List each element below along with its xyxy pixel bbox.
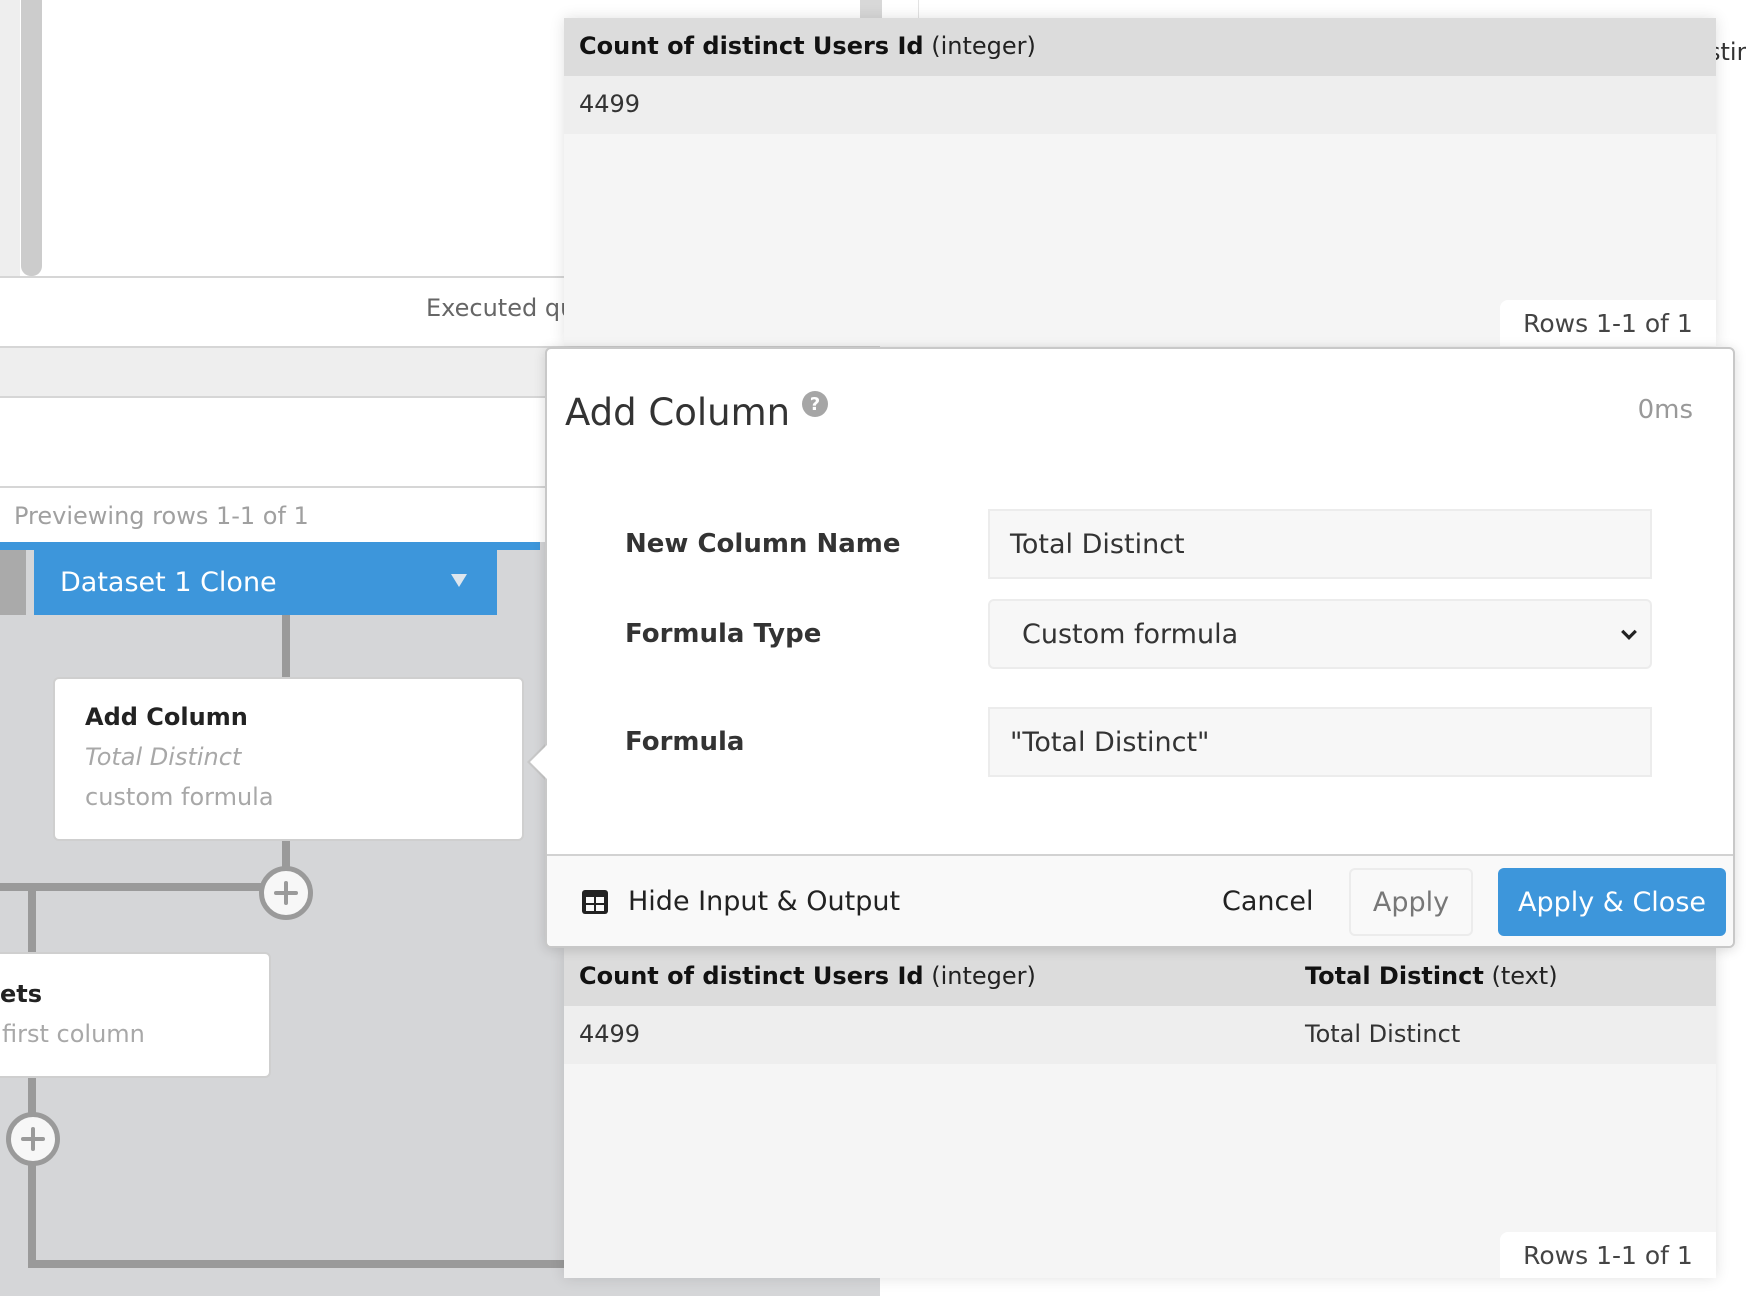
help-icon[interactable]: ?: [802, 391, 828, 417]
table-row: 4499 Total Distinct: [564, 1006, 1716, 1064]
step-card[interactable]: ets first column: [0, 952, 271, 1078]
dataset-tab[interactable]: Dataset 1 Clone: [34, 550, 497, 615]
editor-gutter: [0, 0, 20, 276]
column-header[interactable]: Count of distinct Users Id (integer): [579, 962, 1036, 990]
step-column-name: Total Distinct: [85, 743, 242, 771]
output-data-table: Count of distinct Users Id (integer) Tot…: [564, 948, 1716, 1278]
panel-divider: [918, 0, 919, 18]
rows-count: Rows 1-1 of 1: [1500, 300, 1716, 346]
panel-divider: [860, 0, 882, 18]
flow-connector: [28, 1076, 36, 1116]
add-column-dialog: Add Column ? 0ms New Column Name Total D…: [545, 347, 1735, 948]
chevron-down-icon: [1621, 624, 1637, 640]
flow-connector: [0, 883, 262, 891]
table-cell: 4499: [579, 90, 641, 118]
dialog-footer: Hide Input & Output Cancel Apply Apply &…: [547, 854, 1733, 946]
execution-time: 0ms: [1637, 395, 1693, 425]
table-row: 4499: [564, 76, 1716, 134]
formula-type-label: Formula Type: [625, 619, 822, 649]
add-step-button[interactable]: [259, 866, 313, 920]
step-title: Add Column: [85, 703, 248, 731]
formula-input[interactable]: "Total Distinct": [988, 707, 1652, 777]
previous-dataset-tab[interactable]: [0, 550, 26, 615]
dataset-tab-label: Dataset 1 Clone: [60, 567, 277, 598]
dataset-tab-strip: [0, 542, 540, 550]
caret-down-icon[interactable]: [451, 574, 467, 587]
new-column-name-input[interactable]: Total Distinct: [988, 509, 1652, 579]
input-data-table: Count of distinct Users Id (integer) 449…: [564, 18, 1716, 346]
step-detail: first column: [2, 1020, 145, 1048]
step-detail: custom formula: [85, 783, 274, 811]
table-cell: 4499: [579, 1020, 641, 1048]
flow-connector: [28, 1260, 568, 1268]
dialog-title: Add Column: [565, 391, 791, 434]
flow-connector: [282, 615, 290, 677]
step-card-add-column[interactable]: Add Column Total Distinct custom formula: [53, 677, 524, 841]
table-icon: [582, 889, 608, 914]
column-header[interactable]: Count of distinct Users Id (integer): [579, 32, 1036, 60]
executed-query-text: Executed qu: [426, 294, 576, 322]
flow-connector: [28, 883, 36, 953]
table-header: Count of distinct Users Id (integer): [564, 18, 1716, 76]
apply-button[interactable]: Apply: [1349, 868, 1473, 936]
formula-label: Formula: [625, 727, 745, 757]
cancel-button[interactable]: Cancel: [1222, 886, 1313, 917]
column-header[interactable]: Total Distinct (text): [1305, 962, 1558, 990]
table-header: Count of distinct Users Id (integer) Tot…: [564, 948, 1716, 1006]
modal-pointer-fill: [530, 744, 548, 780]
new-column-name-label: New Column Name: [625, 529, 901, 559]
apply-close-button[interactable]: Apply & Close: [1498, 868, 1726, 936]
add-step-button[interactable]: [6, 1112, 60, 1166]
step-title: ets: [0, 980, 43, 1008]
previewing-rows-text: Previewing rows 1-1 of 1: [14, 502, 309, 530]
flow-connector: [28, 1164, 36, 1264]
table-cell: Total Distinct: [1305, 1020, 1461, 1048]
formula-type-select[interactable]: Custom formula: [988, 599, 1652, 669]
hide-input-output-toggle[interactable]: Hide Input & Output: [582, 886, 900, 917]
editor-scrollbar[interactable]: [21, 0, 42, 276]
rows-count: Rows 1-1 of 1: [1500, 1232, 1716, 1278]
